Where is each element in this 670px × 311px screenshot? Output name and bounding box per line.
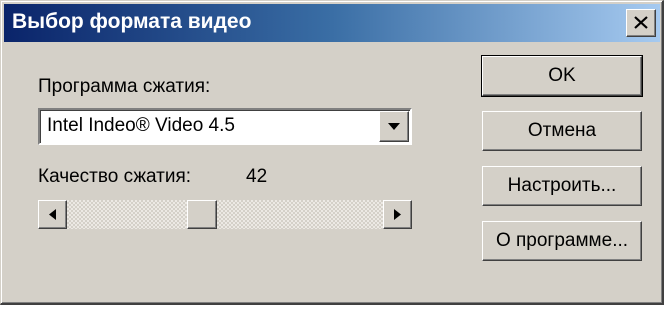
close-button[interactable]: [626, 9, 656, 37]
scroll-right-arrow-icon: [394, 209, 401, 220]
compression-program-select[interactable]: Intel Indeo® Video 4.5: [38, 108, 412, 145]
scroll-right-button[interactable]: [383, 200, 412, 229]
scroll-left-button[interactable]: [38, 200, 67, 229]
dropdown-button[interactable]: [379, 111, 409, 142]
cancel-button[interactable]: Отмена: [482, 111, 642, 151]
video-format-dialog: Выбор формата видео Программа сжатия: In…: [0, 0, 664, 305]
about-button[interactable]: О программе...: [482, 221, 642, 261]
compression-program-label: Программа сжатия:: [38, 76, 211, 97]
close-icon: [634, 16, 648, 29]
compression-program-value: Intel Indeo® Video 4.5: [47, 115, 235, 136]
chevron-down-icon: [388, 123, 400, 130]
slider-track[interactable]: [67, 200, 383, 229]
compression-quality-slider[interactable]: [38, 200, 412, 229]
configure-button[interactable]: Настроить...: [482, 166, 642, 206]
compression-quality-label: Качество сжатия:: [38, 166, 192, 187]
window-title: Выбор формата видео: [12, 10, 252, 33]
slider-thumb[interactable]: [187, 200, 217, 229]
ok-button[interactable]: OK: [481, 55, 643, 97]
title-bar[interactable]: Выбор формата видео: [4, 4, 660, 42]
compression-quality-value: 42: [246, 166, 268, 187]
scroll-left-arrow-icon: [49, 209, 56, 220]
